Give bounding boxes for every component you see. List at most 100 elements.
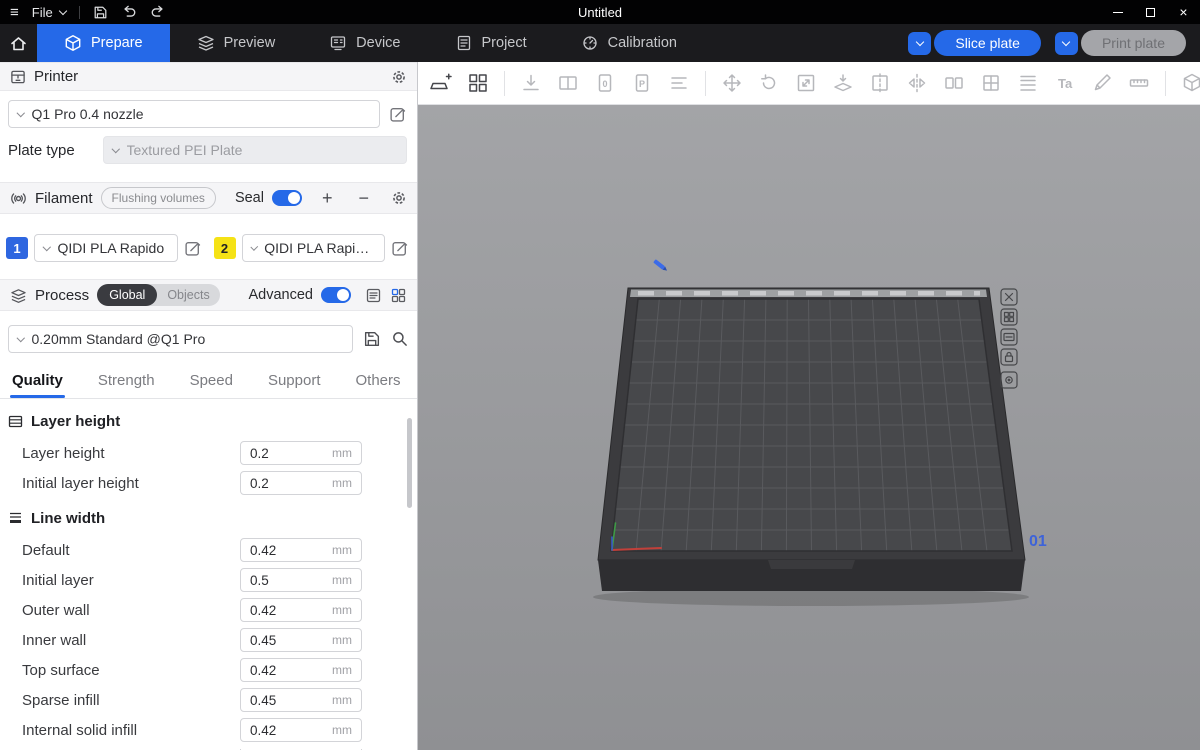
printer-section-header: Printer: [0, 62, 417, 91]
scale-icon[interactable]: [795, 72, 817, 94]
filament-1-badge[interactable]: 1: [6, 237, 28, 259]
menu-icon[interactable]: ≡: [10, 5, 19, 20]
slice-options-button[interactable]: [908, 32, 931, 55]
layer-height-group-header: Layer height: [0, 399, 417, 438]
rotate-icon[interactable]: [758, 72, 780, 94]
scene: 01: [418, 105, 1200, 750]
split-to-parts-icon[interactable]: [980, 72, 1002, 94]
add-filament-button[interactable]: +: [318, 189, 337, 207]
layer-height-group-title: Layer height: [31, 413, 120, 430]
process-section-title: Process: [35, 287, 89, 304]
close-button[interactable]: ×: [1167, 0, 1200, 24]
tab-support[interactable]: Support: [268, 363, 321, 398]
slice-plate-button[interactable]: Slice plate: [934, 30, 1041, 56]
file-menu[interactable]: File: [32, 5, 66, 20]
input-sparse-infill-line-width[interactable]: 0.45 mm: [240, 688, 362, 712]
filament-settings-gear-icon[interactable]: [391, 190, 407, 206]
tab-device[interactable]: Device: [302, 24, 427, 62]
print-options-button[interactable]: [1055, 32, 1078, 55]
plate-rename-icon[interactable]: [1001, 329, 1017, 345]
input-initial-layer-line-width[interactable]: 0.5 mm: [240, 568, 362, 592]
viewport-3d[interactable]: 01: [418, 105, 1200, 750]
input-inner-wall-line-width[interactable]: 0.45 mm: [240, 628, 362, 652]
sidebar-scrollbar[interactable]: [407, 418, 412, 508]
tab-prepare[interactable]: Prepare: [37, 24, 170, 62]
tab-speed[interactable]: Speed: [190, 363, 233, 398]
flushing-volumes-button[interactable]: Flushing volumes: [101, 187, 216, 209]
process-compare-icon[interactable]: [390, 287, 407, 304]
doc-zero-icon[interactable]: 0: [594, 72, 616, 94]
arrange-objects-icon[interactable]: [467, 72, 489, 94]
filament-2-dropdown[interactable]: QIDI PLA Rapido M...: [242, 234, 386, 262]
split-to-objects-icon[interactable]: [943, 72, 965, 94]
save-icon[interactable]: [93, 5, 108, 20]
save-preset-icon[interactable]: [363, 330, 381, 348]
plate-name-edit-icon[interactable]: [653, 259, 668, 272]
setting-label: Inner wall: [22, 632, 240, 649]
filament-1-edit-icon[interactable]: [184, 239, 202, 257]
setting-row: Internal solid infill 0.42 mm: [0, 715, 417, 745]
split-window-icon[interactable]: [557, 72, 579, 94]
print-plate-button[interactable]: Print plate: [1081, 30, 1186, 56]
mirror-icon[interactable]: [906, 72, 928, 94]
setting-label: Sparse infill: [22, 692, 240, 709]
calibration-icon: [581, 34, 599, 52]
tab-project[interactable]: Project: [428, 24, 554, 62]
input-layer-height[interactable]: 0.2 mm: [240, 441, 362, 465]
printer-preset-dropdown[interactable]: Q1 Pro 0.4 nozzle: [8, 100, 380, 128]
tab-quality[interactable]: Quality: [12, 363, 63, 398]
tab-strength[interactable]: Strength: [98, 363, 155, 398]
text-tool-icon[interactable]: Ta: [1054, 72, 1076, 94]
plate-type-dropdown[interactable]: Textured PEI Plate: [103, 136, 407, 164]
tab-preview[interactable]: Preview: [170, 24, 303, 62]
assembly-view-icon[interactable]: [1181, 72, 1200, 94]
tab-calibration[interactable]: Calibration: [554, 24, 704, 62]
input-default-line-width[interactable]: 0.42 mm: [240, 538, 362, 562]
plate-lock-icon[interactable]: [1001, 349, 1017, 365]
tab-others[interactable]: Others: [356, 363, 401, 398]
move-icon[interactable]: [721, 72, 743, 94]
minimize-button[interactable]: [1101, 0, 1134, 24]
filament-2-badge[interactable]: 2: [214, 237, 236, 259]
redo-icon[interactable]: [150, 5, 166, 20]
input-initial-layer-height[interactable]: 0.2 mm: [240, 471, 362, 495]
home-button[interactable]: [0, 24, 37, 62]
process-list-icon[interactable]: [365, 287, 382, 304]
build-plate[interactable]: [593, 288, 1029, 606]
search-preset-icon[interactable]: [391, 330, 409, 348]
plate-settings-icon[interactable]: [1001, 372, 1017, 388]
input-top-surface-line-width[interactable]: 0.42 mm: [240, 658, 362, 682]
titlebar-divider: [79, 6, 80, 19]
process-preset-dropdown[interactable]: 0.20mm Standard @Q1 Pro: [8, 325, 353, 353]
seam-paint-icon[interactable]: [1091, 72, 1113, 94]
measure-icon[interactable]: [1128, 72, 1150, 94]
window-controls: ×: [900, 0, 1200, 24]
filament-2-edit-icon[interactable]: [391, 239, 409, 257]
add-plate-icon[interactable]: [430, 72, 452, 94]
doc-p-icon[interactable]: P: [631, 72, 653, 94]
undo-icon[interactable]: [121, 5, 137, 20]
slice-options-chevron-icon: [916, 37, 924, 45]
auto-orient-icon[interactable]: [520, 72, 542, 94]
scope-global-option[interactable]: Global: [97, 284, 157, 306]
plate-arrange-icon[interactable]: [1001, 309, 1017, 325]
filament-1-dropdown[interactable]: QIDI PLA Rapido: [34, 234, 178, 262]
variable-layer-height-icon[interactable]: [1017, 72, 1039, 94]
advanced-toggle[interactable]: [321, 287, 351, 303]
cut-icon[interactable]: [869, 72, 891, 94]
seal-toggle[interactable]: [272, 190, 302, 206]
line-width-group-header: Line width: [0, 498, 417, 535]
process-preset-chevron-icon: [17, 334, 25, 342]
input-outer-wall-line-width[interactable]: 0.42 mm: [240, 598, 362, 622]
printer-settings-gear-icon[interactable]: [391, 69, 407, 85]
seal-label: Seal: [235, 190, 264, 206]
align-lines-icon[interactable]: [668, 72, 690, 94]
remove-filament-button[interactable]: −: [354, 189, 373, 207]
filament-1-chevron-icon: [43, 243, 51, 251]
printer-edit-icon[interactable]: [389, 105, 407, 123]
maximize-button[interactable]: [1134, 0, 1167, 24]
input-internal-solid-infill-line-width[interactable]: 0.42 mm: [240, 718, 362, 742]
plate-delete-icon[interactable]: [1001, 289, 1017, 305]
scope-objects-option[interactable]: Objects: [157, 288, 219, 302]
place-on-face-icon[interactable]: [832, 72, 854, 94]
